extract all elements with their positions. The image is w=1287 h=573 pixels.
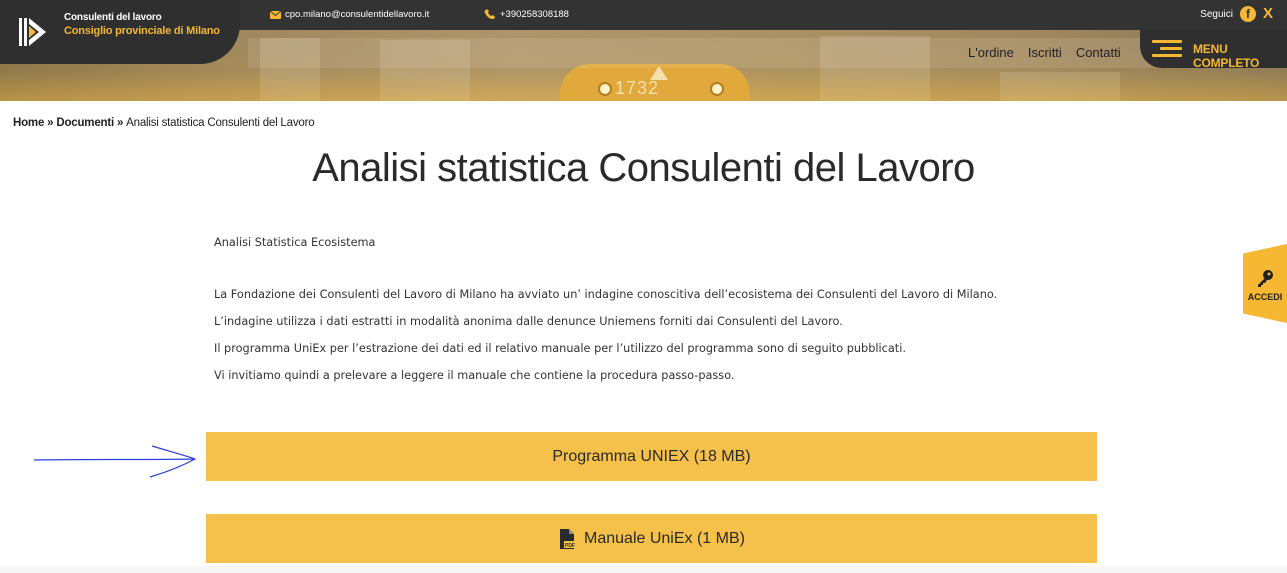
x-icon[interactable]: X (1263, 6, 1273, 22)
download-manual-label: Manuale UniEx (1 MB) (584, 529, 745, 547)
phone-text: +390258308188 (500, 9, 569, 20)
login-tab[interactable]: ACCEDI (1243, 244, 1287, 323)
org-name: Consulenti del lavoro (64, 12, 162, 23)
tram-light (710, 82, 724, 96)
breadcrumb-home[interactable]: Home (13, 117, 44, 129)
nav-item-ordine[interactable]: L'ordine (968, 45, 1014, 60)
contact-email[interactable]: cpo.milano@consulentidellavoro.it (270, 9, 429, 20)
download-program-label: Programma UNIEX (18 MB) (552, 447, 751, 465)
org-subtitle: Consiglio provinciale di Milano (64, 25, 220, 37)
site-header: 1732 Consulenti del lavoro Consiglio pro… (0, 0, 1287, 101)
social-links: Seguici f X (1200, 6, 1273, 22)
paragraph: Vi invitiamo quindi a prelevare a legger… (214, 369, 735, 382)
breadcrumb: Home » Documenti » Analisi statistica Co… (13, 117, 315, 129)
breadcrumb-documents[interactable]: Documenti (56, 117, 114, 129)
paragraph: L’indagine utilizza i dati estratti in m… (214, 315, 843, 328)
phone-icon (484, 9, 495, 19)
download-program-button[interactable]: Programma UNIEX (18 MB) (206, 432, 1097, 481)
pdf-file-icon: PDF (560, 528, 577, 549)
email-text: cpo.milano@consulentidellavoro.it (285, 9, 430, 20)
breadcrumb-separator: » (113, 117, 127, 129)
breadcrumb-current: Analisi statistica Consulenti del Lavoro (126, 117, 315, 129)
tram-light (598, 82, 612, 96)
mail-icon (270, 10, 281, 19)
nav-strip (248, 38, 1287, 68)
logo[interactable]: Consulenti del lavoro Consiglio provinci… (0, 0, 240, 64)
full-menu-button[interactable]: MENU COMPLETO (1140, 30, 1287, 70)
login-label: ACCEDI (1247, 292, 1283, 302)
page-title: Analisi statistica Consulenti del Lavoro (312, 146, 975, 190)
hamburger-icon (1152, 40, 1182, 58)
contact-phone[interactable]: +390258308188 (484, 9, 569, 20)
logo-icon (19, 18, 46, 46)
paragraph: Il programma UniEx per l’estrazione dei … (214, 342, 906, 355)
facebook-icon[interactable]: f (1239, 6, 1256, 22)
banner-tram: 1732 (560, 64, 750, 101)
section-subtitle: Analisi Statistica Ecosistema (214, 236, 376, 249)
download-manual-button[interactable]: PDF Manuale UniEx (1 MB) (206, 514, 1097, 563)
paragraph: La Fondazione dei Consulenti del Lavoro … (214, 288, 998, 301)
breadcrumb-separator: » (44, 117, 57, 129)
annotation-arrow-icon (33, 445, 197, 478)
tram-number: 1732 (615, 78, 660, 98)
svg-text:PDF: PDF (565, 543, 575, 549)
main-nav: L'ordine Iscritti Contatti (968, 45, 1121, 60)
key-icon (1258, 270, 1273, 287)
nav-item-contatti[interactable]: Contatti (1076, 45, 1121, 60)
follow-label: Seguici (1200, 8, 1233, 20)
page-bottom-edge (0, 566, 1287, 573)
full-menu-label: MENU COMPLETO (1193, 42, 1260, 70)
nav-item-iscritti[interactable]: Iscritti (1028, 45, 1062, 60)
